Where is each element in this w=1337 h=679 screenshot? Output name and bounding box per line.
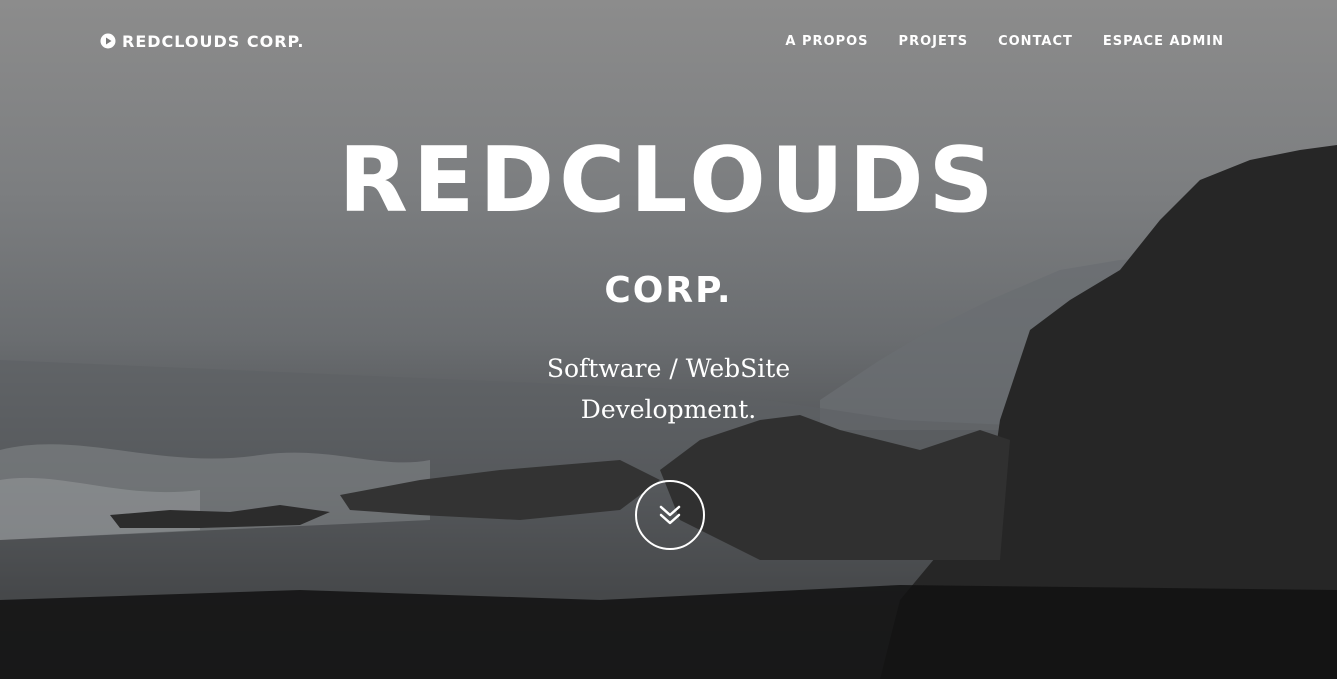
hero-subtitle: CORP. (604, 270, 733, 311)
nav-link-contact[interactable]: CONTACT (998, 34, 1073, 49)
nav-link-espace-admin[interactable]: ESPACE ADMIN (1103, 34, 1224, 49)
top-navbar: REDCLOUDS CORP. A PROPOS PROJETS CONTACT… (100, 30, 1224, 52)
double-chevron-down-icon (659, 505, 681, 525)
hero-tagline-line2: Development. (580, 395, 757, 424)
nav-links: A PROPOS PROJETS CONTACT ESPACE ADMIN (785, 34, 1224, 49)
hero-tagline-line1: Software / WebSite (546, 354, 791, 383)
scroll-down-button[interactable] (635, 480, 705, 550)
hero-title: REDCLOUDS (338, 128, 999, 233)
brand-logo-link[interactable]: REDCLOUDS CORP. (100, 32, 304, 51)
hero-tagline: Software / WebSite Development. (0, 348, 1337, 430)
play-circle-icon (100, 33, 116, 49)
nav-link-projets[interactable]: PROJETS (899, 34, 969, 49)
brand-label: REDCLOUDS CORP. (122, 31, 305, 51)
nav-link-a-propos[interactable]: A PROPOS (785, 34, 868, 49)
hero-background-image (0, 0, 1337, 679)
coastal-landscape-illustration (0, 145, 1337, 679)
